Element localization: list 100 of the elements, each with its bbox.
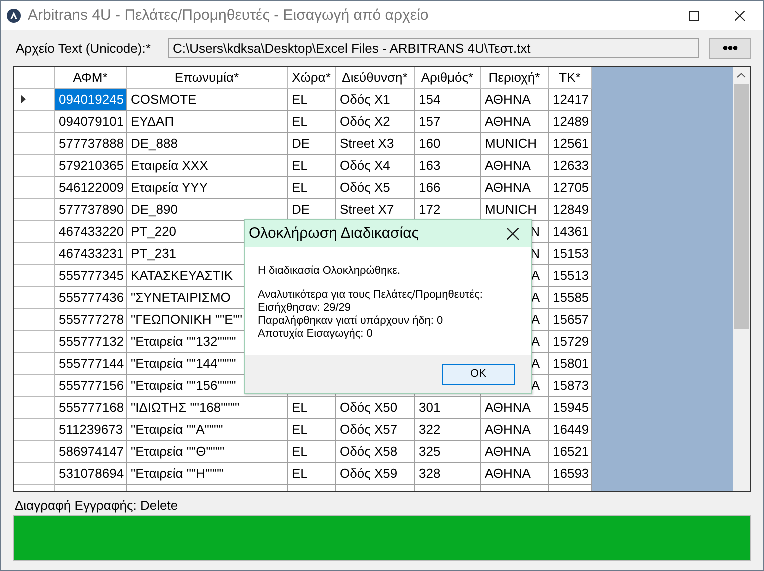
table-cell: DE_890 (127, 199, 288, 221)
table-cell: DE_888 (127, 133, 288, 155)
table-cell: 15801 (549, 353, 592, 375)
table-cell: ΑΘΗΝΑ (481, 441, 549, 463)
file-path-field[interactable]: C:\Users\kdksa\Desktop\Excel Files - ARBITRANS 4U\Τεστ.txt (168, 38, 699, 58)
table-cell: 555777345 (55, 265, 127, 287)
table-cell: "Εταιρεία ""Θ"""" (127, 441, 288, 463)
column-header[interactable]: Επωνυμία* (127, 67, 288, 89)
table-cell: DE (288, 133, 336, 155)
table-cell: Εταιρεία ΥΥΥ (127, 177, 288, 199)
table-cell: 166 (415, 177, 481, 199)
table-cell: 577737890 (55, 199, 127, 221)
table-cell: 555777168 (55, 397, 127, 419)
column-header[interactable]: Περιοχή* (481, 67, 549, 89)
table-cell: 12561 (549, 133, 592, 155)
column-header[interactable]: Αριθμός* (415, 67, 481, 89)
table-cell: "Εταιρεία ""Α"""" (127, 419, 288, 441)
row-header[interactable] (14, 89, 55, 111)
table-cell: 555777132 (55, 331, 127, 353)
close-icon (507, 228, 519, 240)
scrollbar[interactable] (733, 67, 750, 491)
table-cell: 15657 (549, 309, 592, 331)
table-cell: 15729 (549, 331, 592, 353)
table-cell: ΑΘΗΝΑ (481, 419, 549, 441)
table-cell: 12849 (549, 199, 592, 221)
maximize-icon (689, 10, 699, 20)
table-cell: 555777144 (55, 353, 127, 375)
table-cell: Οδός Χ50 (336, 397, 415, 419)
table-cell: Οδός Χ4 (336, 155, 415, 177)
column-header[interactable]: Χώρα* (288, 67, 336, 89)
table-cell: 15153 (549, 243, 592, 265)
table-cell: 511239673 (55, 419, 127, 441)
table-cell: 15945 (549, 397, 592, 419)
browse-button[interactable]: ●●● (709, 38, 751, 58)
table-cell: 555777156 (55, 375, 127, 397)
table-cell: 15585 (549, 287, 592, 309)
table-cell: EL (288, 463, 336, 485)
table-cell: 16593 (549, 463, 592, 485)
table-cell: ΑΘΗΝΑ (481, 111, 549, 133)
table-cell: EL (288, 419, 336, 441)
table-cell: Οδός Χ59 (336, 463, 415, 485)
table-cell: 094019245 (55, 89, 127, 111)
table-cell: 586974147 (55, 441, 127, 463)
table-cell: Street X3 (336, 133, 415, 155)
table-cell: EL (288, 397, 336, 419)
table-cell: 325 (415, 441, 481, 463)
table-cell: MUNICH (481, 133, 549, 155)
table-cell: Οδός Χ5 (336, 177, 415, 199)
table-cell: Οδός Χ1 (336, 89, 415, 111)
shortcut-hint: Διαγραφή Εγγραφής: Delete (14, 497, 180, 515)
table-cell: 12633 (549, 155, 592, 177)
table-cell: 12705 (549, 177, 592, 199)
table-cell: 094079101 (55, 111, 127, 133)
table-cell: 579210365 (55, 155, 127, 177)
table-cell: 555777436 (55, 287, 127, 309)
table-cell: 555777278 (55, 309, 127, 331)
table-cell: 546122009 (55, 177, 127, 199)
column-header[interactable]: Διεύθυνση* (336, 67, 415, 89)
window-title: Arbitrans 4U - Πελάτες/Προμηθευτές - Εισαγωγή από αρχείο (28, 7, 429, 24)
table-cell: Οδός Χ2 (336, 111, 415, 133)
table-cell: 531078694 (55, 463, 127, 485)
table-cell: 15513 (549, 265, 592, 287)
table-cell: 467433231 (55, 243, 127, 265)
scroll-thumb[interactable] (734, 84, 749, 329)
table-cell: "Εταιρεία ""Η"""" (127, 463, 288, 485)
table-cell: ΑΘΗΝΑ (481, 463, 549, 485)
table-cell: Εταιρεία ΧΧΧ (127, 155, 288, 177)
table-cell: 467433220 (55, 221, 127, 243)
table-cell: ΑΘΗΝΑ (481, 155, 549, 177)
table-cell: 577737888 (55, 133, 127, 155)
table-cell: 12417 (549, 89, 592, 111)
table-cell: 16449 (549, 419, 592, 441)
column-header[interactable]: ΤΚ* (549, 67, 592, 89)
column-header[interactable]: ΑΦΜ* (55, 67, 127, 89)
table-cell: EL (288, 111, 336, 133)
table-cell: Οδός Χ58 (336, 441, 415, 463)
table-cell: 16521 (549, 441, 592, 463)
table-cell: 301 (415, 397, 481, 419)
table-cell: 322 (415, 419, 481, 441)
table-cell: EL (288, 89, 336, 111)
table-cell: 15873 (549, 375, 592, 397)
table-cell: Οδός Χ57 (336, 419, 415, 441)
app-logo-icon (7, 8, 21, 22)
table-cell: COSMOTE (127, 89, 288, 111)
table-cell: EL (288, 177, 336, 199)
table-cell: ΑΘΗΝΑ (481, 397, 549, 419)
file-label: Αρχείο Text (Unicode):* (16, 40, 152, 56)
table-cell: EL (288, 155, 336, 177)
table-cell: ΕΥΔΑΠ (127, 111, 288, 133)
table-cell: "ΙΔΙΩΤΗΣ ""168"""" (127, 397, 288, 419)
scroll-up-icon (737, 73, 746, 78)
table-cell: EL (288, 441, 336, 463)
table-cell: 160 (415, 133, 481, 155)
close-icon (735, 10, 745, 20)
table-cell: ΑΘΗΝΑ (481, 89, 549, 111)
table-cell: 328 (415, 463, 481, 485)
table-cell: 14361 (549, 221, 592, 243)
table-cell: 154 (415, 89, 481, 111)
ok-button[interactable]: OK (442, 364, 515, 384)
table-cell: 163 (415, 155, 481, 177)
